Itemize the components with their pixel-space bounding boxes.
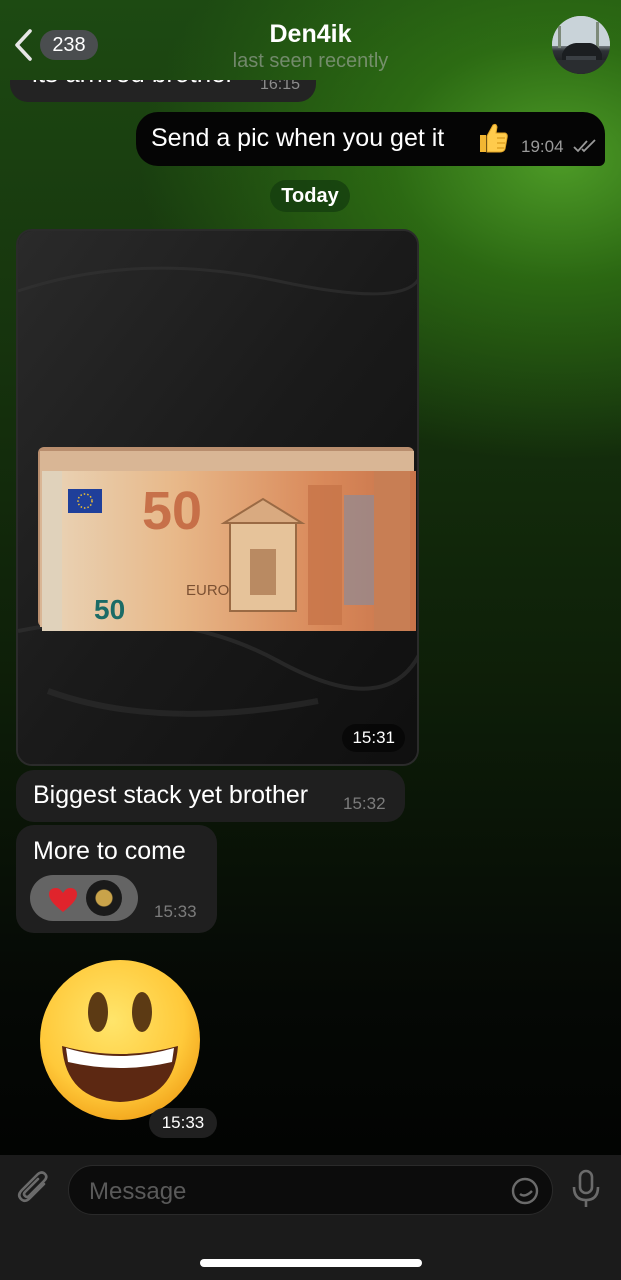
message-text: Send a pic when you get it <box>151 124 445 152</box>
contact-avatar[interactable] <box>552 16 610 74</box>
svg-text:50: 50 <box>142 481 202 541</box>
message-text: More to come <box>33 837 186 865</box>
grinning-face-icon[interactable] <box>38 958 202 1122</box>
photo-message[interactable]: 50 50 EURO 15:31 <box>16 229 419 766</box>
sticker-icon[interactable] <box>510 1176 540 1206</box>
read-checkmarks-icon <box>573 139 596 153</box>
banknotes-photo: 50 50 EURO <box>18 231 417 764</box>
red-heart-icon <box>49 888 77 912</box>
incoming-message-bubble[interactable]: More to come 15:33 <box>16 825 217 933</box>
message-time: 19:04 <box>521 137 564 156</box>
message-placeholder: Message <box>89 1178 187 1205</box>
message-input[interactable]: Message <box>68 1165 553 1215</box>
paperclip-icon[interactable] <box>16 1170 52 1208</box>
chat-title[interactable]: Den4ik <box>0 20 621 49</box>
microphone-icon[interactable] <box>571 1169 601 1209</box>
message-text: Biggest stack yet brother <box>33 781 309 809</box>
incoming-message-bubble[interactable]: Biggest stack yet brother 15:32 <box>16 770 405 822</box>
photo-time: 15:31 <box>342 724 405 752</box>
reactions-bar[interactable] <box>30 875 138 921</box>
message-input-bar: Message <box>0 1155 621 1280</box>
reactor-avatar <box>86 880 122 916</box>
thumbs-up-icon <box>480 123 508 153</box>
car-photo-icon <box>552 16 610 74</box>
last-seen-status: last seen recently <box>232 50 389 72</box>
date-separator: Today <box>270 180 350 212</box>
svg-text:EURO: EURO <box>186 582 229 599</box>
svg-text:50: 50 <box>94 594 125 625</box>
outgoing-message-bubble[interactable]: Send a pic when you get it 19:04 <box>136 112 605 166</box>
home-indicator <box>200 1259 422 1267</box>
emoji-message-time: 15:33 <box>149 1108 217 1138</box>
message-time: 15:33 <box>154 902 197 921</box>
chat-header: 238 Den4ik last seen recently <box>0 0 621 82</box>
message-time: 15:32 <box>343 794 386 813</box>
